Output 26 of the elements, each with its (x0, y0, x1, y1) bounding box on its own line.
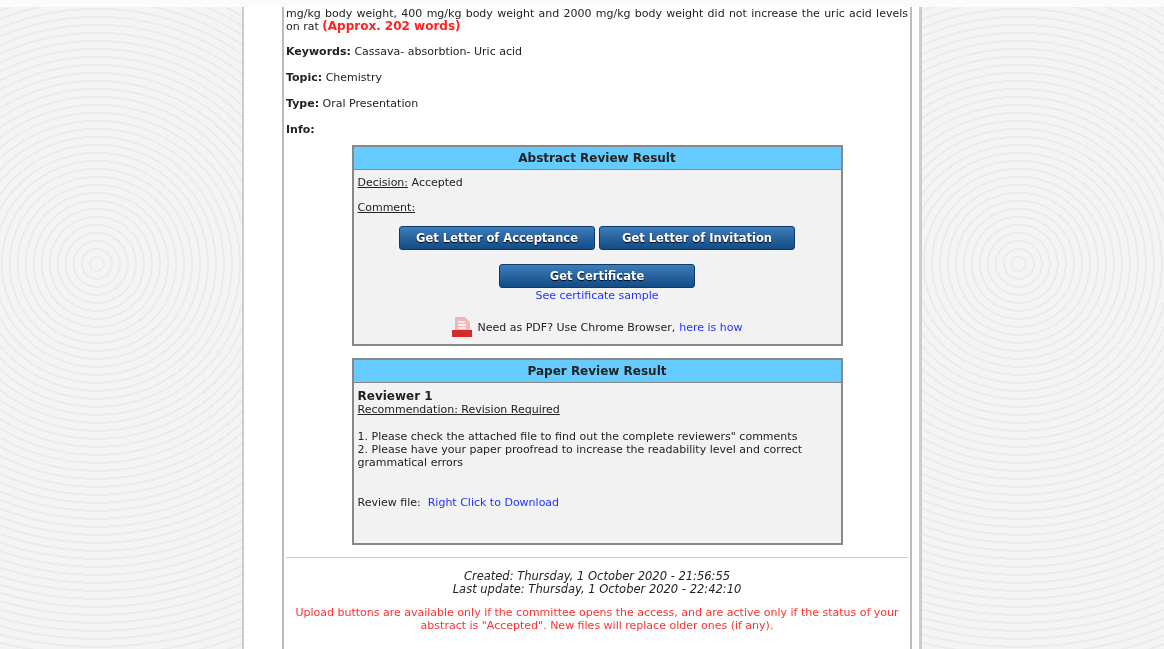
field-text: Info: (286, 123, 316, 137)
panel-header: Abstract Review Result (353, 147, 841, 170)
abstract-text: mg/kg body weight, 400 mg/kg body weight and 2000 mg/kg body weight did not increase the uric acid levels on rat (Approx. 202 words) (286, 7, 908, 33)
last-update-date: Last update: Thursday, 1 October 2020 - 22:42:10 (451, 583, 743, 596)
field-text: Type: Oral Presentation (286, 97, 420, 111)
field-text: Topic: Chemistry (286, 71, 383, 85)
pdf-note: Need as PDF? Use Chrome Browser, (477, 320, 676, 334)
letter-button[interactable]: Get Letter of Invitation (599, 226, 795, 250)
certificate-button[interactable]: Get Certificate (499, 264, 695, 288)
letter-button[interactable]: Get Letter of Acceptance (399, 226, 595, 250)
reviewer-name: Reviewer 1 (357, 389, 434, 403)
how-to-link[interactable]: here is how (679, 320, 743, 334)
field-text: Keywords: Cassava- absorbtion- Uric acid (286, 45, 523, 59)
created-date: Created: Thursday, 1 October 2020 - 21:56:55 (462, 570, 732, 583)
pdf-file-icon (451, 316, 474, 338)
comment-label: Comment: (357, 201, 416, 214)
decision-value: Accepted (411, 176, 463, 189)
review-file-label: Review file: (357, 496, 421, 509)
upload-notice: Upload buttons are available only if the committee opens the access, and are active only if the status of your abstract is "Accepted". New files will replace older ones (if any). (294, 606, 900, 632)
comment-text: 1. Please check the attached file to find out the complete reviewers" comments (357, 430, 799, 443)
download-link[interactable]: Right Click to Download (427, 496, 560, 509)
sample-link[interactable]: See certificate sample (535, 289, 659, 302)
comment-text: 2. Please have your paper proofread to increase the readability level and correct grammatical errors (357, 443, 804, 469)
decision-label: Decision: (357, 176, 409, 189)
recommendation-text: Recommendation: Revision Required (357, 403, 561, 416)
panel-header: Paper Review Result (353, 360, 841, 383)
